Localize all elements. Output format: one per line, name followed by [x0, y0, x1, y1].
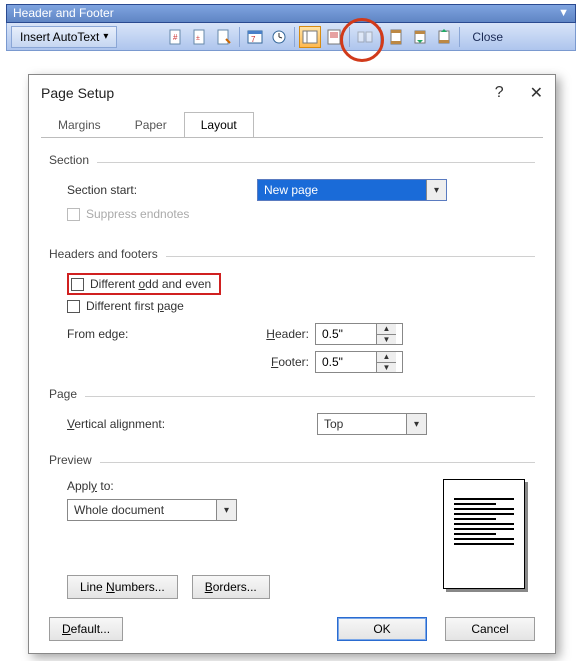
dialog-titlebar: Page Setup ? ✕	[29, 75, 555, 111]
borders-button[interactable]: Borders...	[192, 575, 270, 599]
vertical-alignment-combo[interactable]: Top ▾	[317, 413, 427, 435]
dropdown-arrow-icon[interactable]: ▾	[216, 500, 236, 520]
toolbar-close-button[interactable]: Close	[468, 30, 507, 44]
toolbar-titlebar: Header and Footer ▼	[6, 4, 576, 23]
vertical-alignment-label: Vertical alignment:	[67, 417, 317, 431]
section-start-value: New page	[258, 180, 426, 200]
tab-margins[interactable]: Margins	[41, 112, 118, 138]
page-setup-dialog: Page Setup ? ✕ Margins Paper Layout Sect…	[28, 74, 556, 654]
apply-to-combo[interactable]: Whole document ▾	[67, 499, 237, 521]
apply-to-value: Whole document	[68, 500, 216, 520]
footer-input[interactable]	[316, 352, 376, 372]
show-document-text-icon[interactable]	[323, 26, 345, 48]
cancel-button[interactable]: Cancel	[445, 617, 535, 641]
vertical-alignment-value: Top	[318, 414, 406, 434]
suppress-endnotes-checkbox: Suppress endnotes	[67, 207, 189, 221]
dialog-title: Page Setup	[41, 85, 114, 101]
close-button[interactable]: ✕	[530, 83, 543, 103]
headers-footers-group-label: Headers and footers	[49, 247, 158, 261]
header-spinner[interactable]: ▲▼	[315, 323, 403, 345]
section-start-label: Section start:	[67, 183, 257, 197]
footer-spinner[interactable]: ▲▼	[315, 351, 403, 373]
toolbar-body: Insert AutoText ▾ # ± 7	[6, 23, 576, 51]
spin-down-icon[interactable]: ▼	[377, 363, 396, 373]
insert-autotext-button[interactable]: Insert AutoText ▾	[11, 26, 117, 48]
different-first-page-checkbox[interactable]: Different first page	[67, 299, 184, 313]
switch-header-footer-icon[interactable]	[385, 26, 407, 48]
page-group-label: Page	[49, 387, 77, 401]
dropdown-arrow-icon[interactable]: ▾	[426, 180, 446, 200]
same-as-previous-icon	[354, 26, 376, 48]
dropdown-arrow-icon[interactable]: ▾	[406, 414, 426, 434]
preview-group-label: Preview	[49, 453, 92, 467]
different-odd-even-checkbox[interactable]: Different odd and even	[71, 277, 211, 291]
tab-layout[interactable]: Layout	[184, 112, 254, 138]
svg-text:#: #	[173, 33, 178, 42]
section-start-combo[interactable]: New page ▾	[257, 179, 447, 201]
default-button[interactable]: Default...	[49, 617, 123, 641]
page-setup-icon[interactable]	[299, 26, 321, 48]
header-label: Header:	[257, 327, 315, 341]
help-button[interactable]: ?	[495, 84, 504, 102]
dropdown-arrow-icon: ▾	[103, 31, 108, 42]
insert-time-icon[interactable]	[268, 26, 290, 48]
ok-button[interactable]: OK	[337, 617, 427, 641]
preview-page-icon	[443, 479, 525, 589]
apply-to-label: Apply to:	[67, 479, 443, 493]
footer-label: Footer:	[257, 355, 315, 369]
svg-text:7: 7	[251, 35, 256, 44]
insert-date-icon[interactable]: 7	[244, 26, 266, 48]
spin-down-icon[interactable]: ▼	[377, 335, 396, 345]
section-group-label: Section	[49, 153, 89, 167]
annotation-red-box: Different odd and even	[67, 273, 221, 295]
spin-up-icon[interactable]: ▲	[377, 352, 396, 363]
toolbar-title: Header and Footer	[13, 5, 114, 22]
spin-up-icon[interactable]: ▲	[377, 324, 396, 335]
tab-paper[interactable]: Paper	[118, 112, 184, 138]
format-page-number-icon[interactable]	[213, 26, 235, 48]
toolbar-menu-arrow-icon[interactable]: ▼	[558, 5, 569, 22]
svg-text:±: ±	[196, 35, 200, 42]
insert-page-number-icon[interactable]: #	[165, 26, 187, 48]
insert-autotext-label: Insert AutoText	[20, 30, 99, 44]
show-previous-icon[interactable]	[409, 26, 431, 48]
header-input[interactable]	[316, 324, 376, 344]
insert-pages-icon[interactable]: ±	[189, 26, 211, 48]
from-edge-label: From edge:	[67, 327, 257, 341]
line-numbers-button[interactable]: Line Numbers...	[67, 575, 178, 599]
show-next-icon[interactable]	[433, 26, 455, 48]
